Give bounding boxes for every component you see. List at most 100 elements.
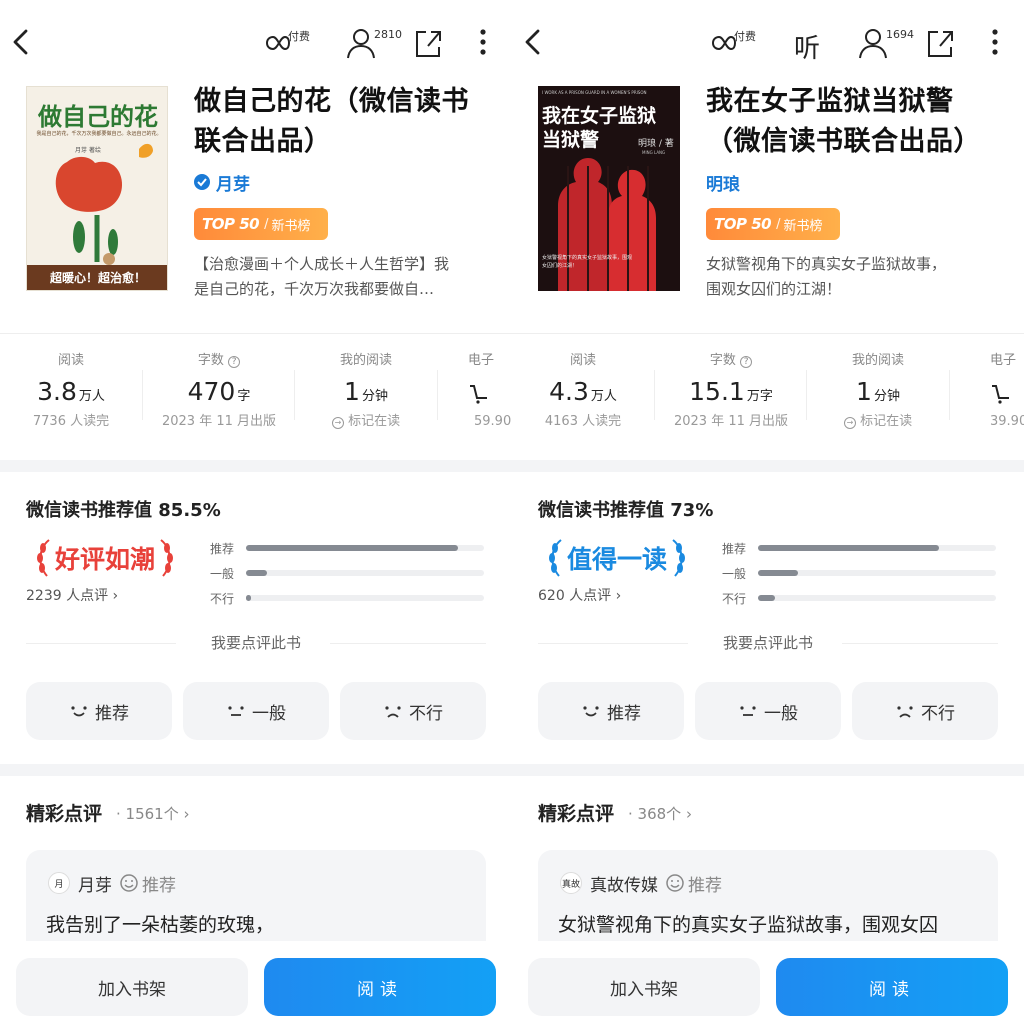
reviews-count-link[interactable]: · 1561个 › <box>116 803 190 824</box>
cover-author-en: MING LANG <box>642 150 666 155</box>
avatar[interactable]: 月 <box>48 872 70 894</box>
verified-icon <box>194 174 210 190</box>
stat-reads[interactable]: 阅读 3.8 万人 7736 人读完 <box>18 350 124 432</box>
book-cover[interactable]: I WORK AS A PRISON GUARD IN A WOMEN'S PR… <box>538 86 680 291</box>
reviewer-name[interactable]: 真故传媒 <box>590 871 658 896</box>
review-count-link[interactable]: 2239 人点评 › <box>26 585 118 605</box>
bar-average: 一般 <box>210 564 484 582</box>
bar-bad: 不行 <box>722 589 996 607</box>
vote-average-button[interactable]: 一般 <box>695 682 841 740</box>
section-separator <box>0 460 512 472</box>
bottom-action-bar: 加入书架 阅读 <box>512 941 1024 1033</box>
section-separator <box>512 764 1024 776</box>
reader-count: 2810 <box>374 28 402 41</box>
smile-icon <box>120 874 138 892</box>
reviewer-name[interactable]: 月芽 <box>78 871 112 896</box>
bar-recommend: 推荐 <box>210 539 484 557</box>
back-arrow-icon[interactable] <box>522 28 544 56</box>
add-to-shelf-button[interactable]: 加入书架 <box>528 958 760 1016</box>
book-detail-panel-left: 付费 2810 做自己的花 我是自己的花，千次万次我都要做自己。永远自己的花。 … <box>0 0 512 1033</box>
vote-bad-button[interactable]: 不行 <box>340 682 486 740</box>
book-detail-panel-right: 付费 听 1694 I WORK AS A PRISON GUARD IN A … <box>512 0 1024 1033</box>
laurel-left-icon <box>36 539 50 577</box>
smile-icon <box>666 874 684 892</box>
book-title: 做自己的花（微信读书 联合出品） <box>194 86 469 157</box>
section-separator <box>0 764 512 776</box>
vote-average-button[interactable]: 一般 <box>183 682 329 740</box>
paid-label: 付费 <box>734 30 756 43</box>
cover-title: 做自己的花 <box>38 102 158 131</box>
write-review-prompt[interactable]: 我要点评此书 <box>0 632 512 653</box>
cover-author: 明琅 / 著 <box>638 139 674 149</box>
vote-recommend-button[interactable]: 推荐 <box>26 682 172 740</box>
read-button[interactable]: 阅读 <box>776 958 1008 1016</box>
review-count-link[interactable]: 620 人点评 › <box>538 585 621 605</box>
write-review-prompt[interactable]: 我要点评此书 <box>512 632 1024 653</box>
reviews-title[interactable]: 精彩点评 <box>538 799 614 826</box>
book-blurb[interactable]: 女狱警视角下的真实女子监狱故事， 围观女囚们的江湖！ <box>706 252 996 302</box>
cover-footer: 超暖心！超治愈！ <box>49 271 146 285</box>
author-name[interactable]: 月芽 <box>216 170 250 195</box>
more-icon[interactable] <box>480 28 486 56</box>
stat-word-count[interactable]: 字数 ? 15.1 万字 2023 年 11 月出版 <box>668 350 794 432</box>
stats-row: 阅读 3.8 万人 7736 人读完 字数 ? 470 字 2023 年 11 月出… <box>0 350 512 440</box>
cover-author: 月芽 著绘 <box>75 147 101 154</box>
top50-new-books-badge[interactable]: TOP 50 / 新书榜 <box>194 208 328 240</box>
top-bar: 付费 听 1694 <box>512 0 1024 84</box>
share-icon[interactable] <box>414 26 442 60</box>
review-text: 我告别了一朵枯萎的玫瑰， <box>46 914 275 936</box>
stats-row: 阅读 4.3 万人 4163 人读完 字数 ? 15.1 万字 2023 年 11 … <box>512 350 1024 440</box>
book-blurb[interactable]: 【治愈漫画＋个人成长＋人生哲学】我 是自己的花，千次万次我都要做自… <box>194 252 484 302</box>
paid-label: 付费 <box>288 30 310 43</box>
readers-person-icon[interactable] <box>858 26 888 60</box>
bar-recommend: 推荐 <box>722 539 996 557</box>
laurel-left-icon <box>548 539 562 577</box>
more-icon[interactable] <box>992 28 998 56</box>
recommend-score-title[interactable]: 微信读书推荐值 73% <box>538 496 713 522</box>
author-row[interactable]: 月芽 <box>194 170 250 195</box>
bar-bad: 不行 <box>210 589 484 607</box>
share-icon[interactable] <box>926 26 954 60</box>
stat-ebook[interactable]: 电子 39.90 <box>990 350 1024 432</box>
recommend-score-title[interactable]: 微信读书推荐值 85.5% <box>26 496 221 522</box>
reader-count: 1694 <box>886 28 914 41</box>
reviews-title[interactable]: 精彩点评 <box>26 799 102 826</box>
stat-word-count[interactable]: 字数 ? 470 字 2023 年 11 月出版 <box>156 350 282 432</box>
back-arrow-icon[interactable] <box>10 28 32 56</box>
cart-icon <box>992 385 1009 404</box>
mark-reading-icon: → <box>331 417 344 429</box>
cover-caption: 女狱警视角下的真实女子监狱故事，围观女囚们的江湖！ <box>542 255 633 269</box>
cover-subtitle: 我是自己的花，千次万次我都要做自己。永远自己的花。 <box>36 131 162 137</box>
divider <box>0 333 512 334</box>
top50-new-books-badge[interactable]: TOP 50 / 新书榜 <box>706 208 840 240</box>
infinity-paid-icon[interactable] <box>710 26 736 60</box>
author-row[interactable]: 明琅 <box>706 170 740 195</box>
stat-ebook[interactable]: 电子 59.90 <box>468 350 512 432</box>
stat-my-reading[interactable]: 我的阅读 1 分钟 → 标记在读 <box>818 350 938 432</box>
readers-person-icon[interactable] <box>346 26 376 60</box>
author-name[interactable]: 明琅 <box>706 170 740 195</box>
read-button[interactable]: 阅读 <box>264 958 496 1016</box>
listen-button[interactable]: 听 <box>794 28 820 65</box>
happy-face-icon <box>583 706 599 717</box>
stat-my-reading[interactable]: 我的阅读 1 分钟 → 标记在读 <box>306 350 426 432</box>
laurel-right-icon <box>672 539 685 577</box>
info-icon: ? <box>228 356 241 368</box>
bottom-action-bar: 加入书架 阅读 <box>0 941 512 1033</box>
vote-recommend-button[interactable]: 推荐 <box>538 682 684 740</box>
stat-reads[interactable]: 阅读 4.3 万人 4163 人读完 <box>530 350 636 432</box>
rating-tag: 好评如潮 <box>24 533 186 583</box>
neutral-face-icon <box>740 706 756 716</box>
avatar[interactable]: 真故 <box>560 872 582 894</box>
reviews-count-link[interactable]: · 368个 › <box>628 803 692 824</box>
book-cover[interactable]: 做自己的花 我是自己的花，千次万次我都要做自己。永远自己的花。 月芽 著绘 超暖… <box>26 86 168 291</box>
sad-face-icon <box>897 706 913 718</box>
add-to-shelf-button[interactable]: 加入书架 <box>16 958 248 1016</box>
neutral-face-icon <box>228 706 244 716</box>
cart-icon <box>470 385 487 404</box>
review-tag: 推荐 <box>666 871 722 896</box>
infinity-paid-icon[interactable] <box>264 26 290 60</box>
review-tag: 推荐 <box>120 871 176 896</box>
review-text: 女狱警视角下的真实女子监狱故事，围观女囚 <box>558 914 939 936</box>
vote-bad-button[interactable]: 不行 <box>852 682 998 740</box>
